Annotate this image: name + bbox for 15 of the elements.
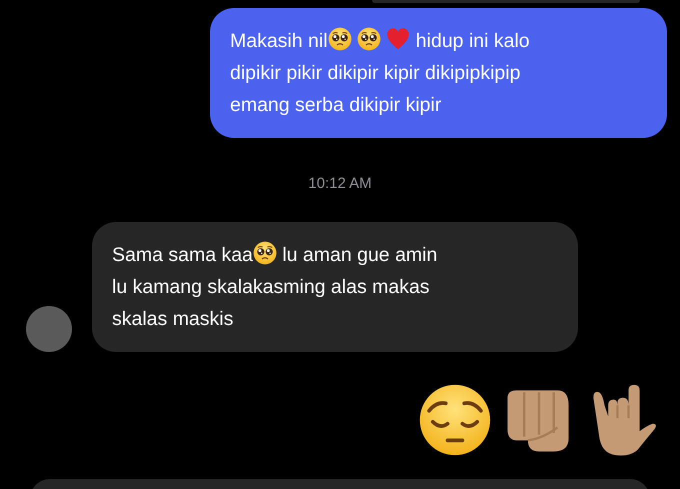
timestamp: 10:12 AM [308, 174, 372, 194]
message-text: skalas maskis [112, 308, 234, 330]
avatar [26, 306, 72, 352]
message-text: lu kamang skalakasming alas makas [112, 276, 430, 298]
message-text: Makasih nil [230, 30, 328, 52]
message-text: Sama sama kaa [112, 244, 253, 266]
pleading-face-icon [356, 27, 381, 51]
message-text: dipikir pikir dikipir kipir dikipipkipip [230, 62, 520, 84]
message-text: hidup ini kalo [414, 30, 530, 52]
message-text: emang serba dikipir kipir [230, 94, 442, 116]
pensive-face-icon [418, 383, 492, 457]
pleading-face-icon [328, 27, 352, 51]
pleading-face-icon [252, 241, 277, 265]
message-text: lu aman gue amin [281, 244, 438, 266]
heart-icon [386, 27, 410, 51]
